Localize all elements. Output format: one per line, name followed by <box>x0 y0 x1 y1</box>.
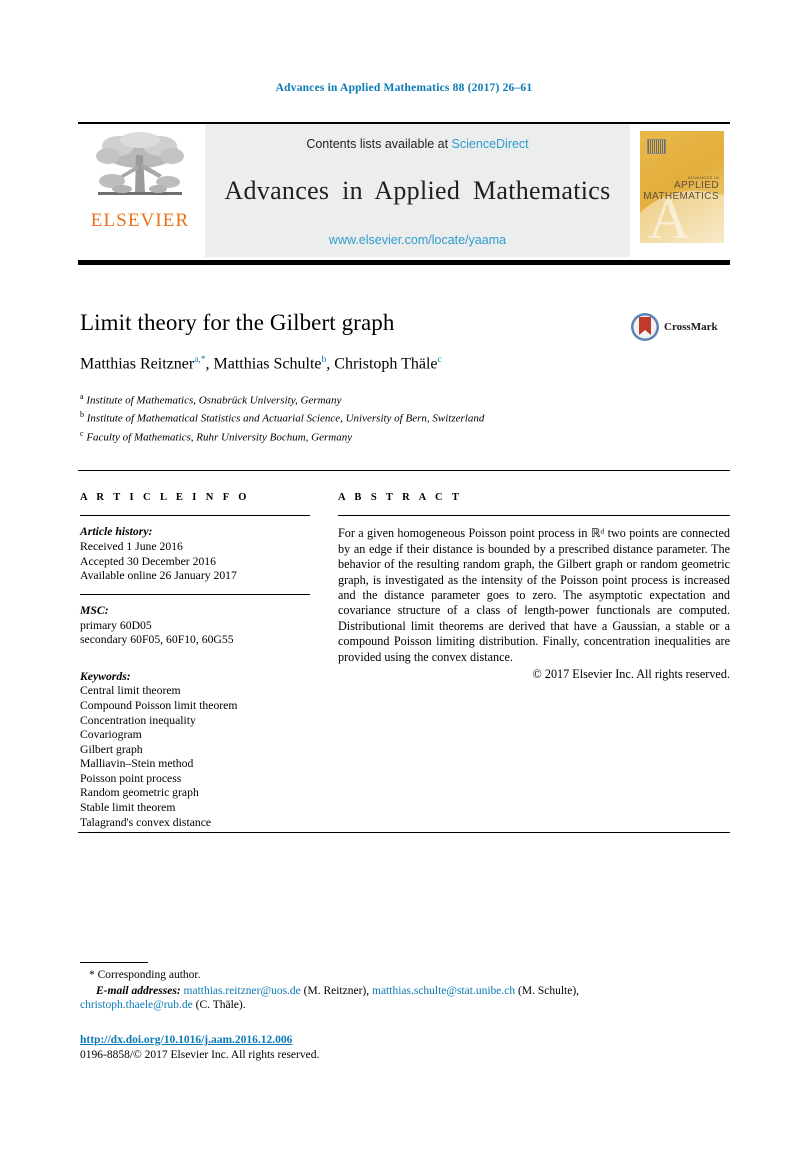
running-head: Advances in Applied Mathematics 88 (2017… <box>275 82 533 94</box>
footer-identifiers: http://dx.doi.org/10.1016/j.aam.2016.12.… <box>80 1033 319 1062</box>
keyword-item: Compound Poisson limit theorem <box>80 698 238 712</box>
email-link-1[interactable]: matthias.reitzner@uos.de <box>184 985 301 997</box>
article-history-label: Article history: <box>80 525 153 539</box>
info-section-top-rule <box>78 470 730 472</box>
corresponding-author-note: * Corresponding author. <box>89 969 201 981</box>
author-list: Matthias Reitznera,*, Matthias Schulteb,… <box>80 355 442 373</box>
msc-primary: primary 60D05 <box>80 618 152 632</box>
keyword-item: Random geometric graph <box>80 786 199 800</box>
msc-divider-rule <box>80 593 310 595</box>
affiliation-a-mark: a <box>80 392 84 401</box>
issn-copyright-line: 0196-8858/© 2017 Elsevier Inc. All right… <box>80 1048 320 1061</box>
author-2-name: Matthias Schulte <box>213 355 322 373</box>
author-1-name: Matthias Reitzner <box>80 355 195 373</box>
affiliation-c-text: Faculty of Mathematics, Ruhr University … <box>86 431 353 444</box>
affiliation-b-text: Institute of Mathematical Statistics and… <box>86 412 485 425</box>
cover-title-block: ADVANCES IN APPLIED MATHEMATICS <box>643 175 719 202</box>
article-info-heading: A R T I C L E I N F O <box>80 492 250 503</box>
msc-label: MSC: <box>80 603 109 617</box>
cover-line2: APPLIED <box>673 180 719 191</box>
contents-available-line: Contents lists available at ScienceDirec… <box>306 137 528 151</box>
affiliation-a-text: Institute of Mathematics, Osnabrück Univ… <box>86 394 342 407</box>
author-3-marks: c <box>437 355 442 365</box>
affiliation-c: c Faculty of Mathematics, Ruhr Universit… <box>80 427 680 445</box>
affiliation-b: b Institute of Mathematical Statistics a… <box>80 408 680 426</box>
keyword-item: Central limit theorem <box>80 684 181 698</box>
email-person-2: (M. Schulte), <box>518 984 580 997</box>
article-history-received: Received 1 June 2016 <box>80 539 183 553</box>
journal-masthead: ELSEVIER Contents lists available at Sci… <box>78 124 730 257</box>
footnote-rule <box>80 962 148 964</box>
elsevier-wordmark: ELSEVIER <box>90 210 190 231</box>
cover-artwork: A ADVANCES IN APPLIED MATHEMATICS <box>640 131 724 243</box>
keyword-item: Talagrand's convex distance <box>80 815 212 829</box>
abstract-heading: A B S T R A C T <box>338 492 463 503</box>
keyword-item: Covariogram <box>80 728 142 742</box>
article-history-online: Available online 26 January 2017 <box>80 569 237 583</box>
journal-homepage-link[interactable]: www.elsevier.com/locate/yaama <box>329 233 506 247</box>
keywords-list: Central limit theorem Compound Poisson l… <box>80 684 310 830</box>
elsevier-tree-icon <box>96 132 184 195</box>
abstract-rule <box>338 515 730 517</box>
doi-link[interactable]: http://dx.doi.org/10.1016/j.aam.2016.12.… <box>80 1033 319 1048</box>
article-history-block: Article history: Received 1 June 2016 Ac… <box>80 525 310 583</box>
abstract-copyright: © 2017 Elsevier Inc. All rights reserved… <box>532 667 730 682</box>
keyword-item: Gilbert graph <box>80 742 143 756</box>
author-1-marks: a,* <box>194 355 206 365</box>
keywords-block: Keywords: Central limit theorem Compound… <box>80 670 310 831</box>
keyword-item: Poisson point process <box>80 771 182 785</box>
article-info-rule <box>80 515 310 517</box>
journal-title: Advances in Applied Mathematics <box>224 176 611 205</box>
footnote-block: * Corresponding author. E-mail addresses… <box>80 968 680 1013</box>
crossmark-label: CrossMark <box>664 321 718 333</box>
keywords-label: Keywords: <box>80 669 131 683</box>
affiliation-c-mark: c <box>80 428 84 438</box>
keyword-item: Concentration inequality <box>80 713 196 727</box>
masthead-bottom-rule <box>78 260 730 265</box>
cover-barcode-icon <box>647 139 666 154</box>
affiliation-b-mark: b <box>80 410 84 420</box>
author-3-name: Christoph Thäle <box>334 355 438 373</box>
author-2-marks: b <box>321 355 327 365</box>
contents-prefix: Contents lists available at <box>306 137 452 151</box>
info-section-bottom-rule <box>78 832 730 834</box>
email-label: E-mail addresses: <box>96 984 181 997</box>
affiliation-list: a Institute of Mathematics, Osnabrück Un… <box>80 390 680 445</box>
email-person-1: (M. Reitzner), <box>303 984 370 997</box>
msc-block: MSC: primary 60D05 secondary 60F05, 60F1… <box>80 604 310 648</box>
cover-line3: MATHEMATICS <box>643 191 719 202</box>
article-history-accepted: Accepted 30 December 2016 <box>80 554 216 568</box>
masthead-center: Contents lists available at ScienceDirec… <box>205 124 630 257</box>
paper-page: Advances in Applied Mathematics 88 (2017… <box>0 0 808 1162</box>
email-addresses-note: E-mail addresses: matthias.reitzner@uos.… <box>80 984 680 1013</box>
sciencedirect-link[interactable]: ScienceDirect <box>452 137 529 151</box>
email-link-3[interactable]: christoph.thaele@rub.de <box>80 999 193 1011</box>
keyword-item: Malliavin–Stein method <box>80 757 194 771</box>
email-link-2[interactable]: matthias.schulte@stat.unibe.ch <box>372 985 515 997</box>
email-person-3: (C. Thäle). <box>195 999 246 1011</box>
affiliation-a: a Institute of Mathematics, Osnabrück Un… <box>80 390 680 408</box>
elsevier-logo: ELSEVIER <box>78 124 202 257</box>
crossmark-icon <box>631 313 659 341</box>
keyword-item: Stable limit theorem <box>80 801 176 815</box>
abstract-column: A B S T R A C T For a given homogeneous … <box>338 492 730 682</box>
article-info-column: A R T I C L E I N F O Article history: R… <box>80 492 310 830</box>
abstract-body: For a given homogeneous Poisson point pr… <box>338 526 730 664</box>
journal-cover-thumbnail: A ADVANCES IN APPLIED MATHEMATICS <box>634 124 730 257</box>
crossmark-badge[interactable]: CrossMark <box>630 312 718 342</box>
msc-secondary: secondary 60F05, 60F10, 60G55 <box>80 633 234 647</box>
page-title: Limit theory for the Gilbert graph <box>80 310 395 335</box>
